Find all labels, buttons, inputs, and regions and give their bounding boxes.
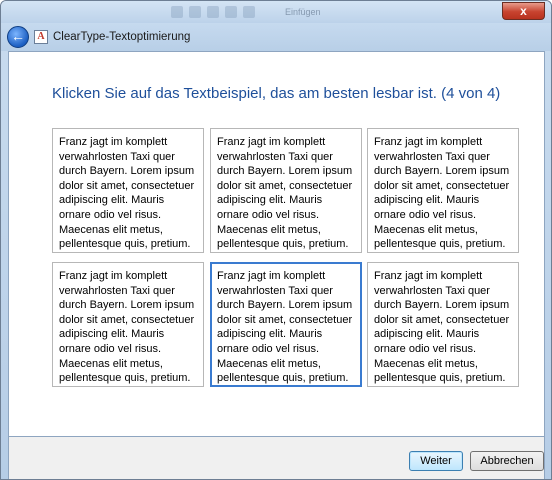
text-sample-4[interactable]: Franz jagt im komplett verwahrlosten Tax…: [52, 262, 204, 387]
background-icon: [207, 6, 219, 18]
next-button[interactable]: Weiter: [409, 451, 463, 471]
background-icon: [225, 6, 237, 18]
background-icon: [189, 6, 201, 18]
text-sample-3[interactable]: Franz jagt im komplett verwahrlosten Tax…: [367, 128, 519, 253]
close-button[interactable]: x: [502, 2, 545, 20]
cleartype-app-icon: A: [34, 30, 48, 44]
text-sample-6[interactable]: Franz jagt im komplett verwahrlosten Tax…: [367, 262, 519, 387]
background-text: Einfügen: [285, 7, 321, 17]
content-panel: Klicken Sie auf das Textbeispiel, das am…: [8, 51, 545, 437]
background-toolbar: [171, 6, 255, 20]
text-sample-1[interactable]: Franz jagt im komplett verwahrlosten Tax…: [52, 128, 204, 253]
instruction-heading: Klicken Sie auf das Textbeispiel, das am…: [52, 85, 501, 102]
window-title: ClearType-Textoptimierung: [53, 31, 191, 43]
background-icon: [243, 6, 255, 18]
text-sample-2[interactable]: Franz jagt im komplett verwahrlosten Tax…: [210, 128, 362, 253]
title-bar: ← A ClearType-Textoptimierung: [1, 23, 551, 51]
button-bar: Weiter Abbrechen: [8, 437, 545, 479]
back-button[interactable]: ←: [7, 26, 29, 48]
cancel-button[interactable]: Abbrechen: [470, 451, 544, 471]
back-arrow-icon: ←: [11, 28, 25, 44]
background-icon: [171, 6, 183, 18]
window-frame-top: Einfügen x: [1, 1, 551, 23]
text-sample-5-selected[interactable]: Franz jagt im komplett verwahrlosten Tax…: [210, 262, 362, 387]
cleartype-window: Einfügen x ← A ClearType-Textoptimierung…: [0, 0, 552, 480]
